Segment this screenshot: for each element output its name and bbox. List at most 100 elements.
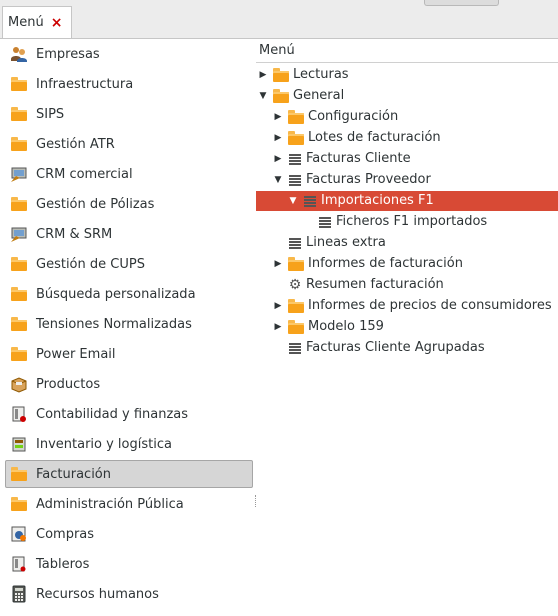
menu-item[interactable]: Productos	[5, 370, 253, 398]
menu-item-label: Infraestructura	[36, 76, 134, 92]
tree-row[interactable]: ▶ Lotes de facturación	[272, 127, 441, 148]
folder-icon	[10, 495, 28, 513]
crm-icon	[10, 165, 28, 183]
menu-item[interactable]: Power Email	[5, 340, 253, 368]
collapse-arrow-icon[interactable]: ▼	[257, 90, 269, 102]
menu-item[interactable]: Facturación	[5, 460, 253, 488]
tree-row[interactable]: Facturas Cliente Agrupadas	[272, 337, 485, 358]
folder-icon	[10, 285, 28, 303]
tree-row[interactable]: Ficheros F1 importados	[302, 211, 487, 232]
tree-row[interactable]: ▶ Facturas Cliente	[272, 148, 411, 169]
folder-icon	[10, 75, 28, 93]
menu-item[interactable]: SIPS	[5, 100, 253, 128]
tab-menu-label: Menú	[8, 15, 44, 30]
expand-arrow-icon[interactable]: ▶	[257, 69, 269, 81]
menu-item-label: Contabilidad y finanzas	[36, 406, 189, 422]
tree-row-label: Resumen facturación	[306, 277, 444, 292]
list-icon	[317, 215, 333, 229]
tree-row-label: Lecturas	[293, 67, 349, 82]
folder-icon	[10, 105, 28, 123]
menu-item-label: Gestión ATR	[36, 136, 115, 152]
tree-row-label: Informes de facturación	[308, 256, 463, 271]
expand-arrow-icon[interactable]: ▶	[272, 258, 284, 270]
tree-row[interactable]: ▶ Configuración	[272, 106, 399, 127]
gears-icon: ⚙	[288, 276, 302, 293]
tree-row-label: General	[293, 88, 345, 103]
menu-item[interactable]: Búsqueda personalizada	[5, 280, 253, 308]
tree-row-label: Ficheros F1 importados	[336, 214, 488, 229]
tree-header-label: Menú	[259, 43, 295, 58]
tree-row-label: Facturas Cliente	[306, 151, 411, 166]
menu-item-label: Gestión de CUPS	[36, 256, 145, 272]
people-icon	[10, 45, 28, 63]
menu-item[interactable]: Gestión de Pólizas	[5, 190, 253, 218]
tree-row[interactable]: ▼ Facturas Proveedor	[272, 169, 431, 190]
menu-item-label: Recursos humanos	[36, 586, 159, 602]
folder-icon	[10, 135, 28, 153]
folder-icon	[287, 255, 305, 273]
tree-row-label: Facturas Cliente Agrupadas	[306, 340, 485, 355]
tree-row[interactable]: ▶ Informes de precios de consumidores	[272, 295, 552, 316]
menu-item[interactable]: Inventario y logística	[5, 430, 253, 458]
list-icon	[287, 236, 303, 250]
folder-icon	[10, 345, 28, 363]
dashboard-icon	[10, 555, 28, 573]
tree-row[interactable]: ▶ Lecturas	[257, 64, 349, 85]
menu-item[interactable]: Tableros	[5, 550, 253, 578]
tree-row-label: Importaciones F1	[321, 193, 434, 208]
tree-row[interactable]: ⚙ Resumen facturación	[272, 274, 444, 295]
menu-item-label: Inventario y logística	[36, 436, 172, 452]
menu-item-label: Gestión de Pólizas	[36, 196, 155, 212]
collapse-arrow-icon[interactable]: ▼	[272, 174, 284, 186]
menu-item[interactable]: Administración Pública	[5, 490, 253, 518]
tree-row[interactable]: ▼ Importaciones F1	[287, 190, 434, 211]
purchases-icon	[10, 525, 28, 543]
menu-item-label: CRM comercial	[36, 166, 133, 182]
folder-icon	[287, 108, 305, 126]
tab-menu[interactable]: Menú ×	[2, 6, 72, 38]
main-menu: Empresas Infraestructura SIPS Gestión ATR CR…	[0, 39, 256, 616]
expand-arrow-icon[interactable]: ▶	[272, 132, 284, 144]
menu-item[interactable]: CRM comercial	[5, 160, 253, 188]
folder-icon	[272, 87, 290, 105]
menu-item[interactable]: Gestión ATR	[5, 130, 253, 158]
box-icon	[10, 375, 28, 393]
menu-item[interactable]: Compras	[5, 520, 253, 548]
inventory-icon	[10, 435, 28, 453]
folder-icon	[10, 255, 28, 273]
menu-item[interactable]: Recursos humanos	[5, 580, 253, 608]
close-icon[interactable]: ×	[51, 16, 63, 30]
folder-icon	[10, 195, 28, 213]
expand-arrow-icon[interactable]: ▶	[272, 321, 284, 333]
accounting-icon	[10, 405, 28, 423]
menu-item[interactable]: Gestión de CUPS	[5, 250, 253, 278]
list-icon	[287, 173, 303, 187]
list-icon	[302, 194, 318, 208]
tree-row-label: Configuración	[308, 109, 399, 124]
folder-icon	[287, 129, 305, 147]
toolbar-button[interactable]	[424, 0, 499, 6]
folder-icon	[10, 315, 28, 333]
menu-item[interactable]: Tensiones Normalizadas	[5, 310, 253, 338]
menu-item[interactable]: Empresas	[5, 40, 253, 68]
menu-item[interactable]: CRM & SRM	[5, 220, 253, 248]
menu-item[interactable]: Contabilidad y finanzas	[5, 400, 253, 428]
menu-item-label: Facturación	[36, 466, 111, 482]
folder-icon	[272, 66, 290, 84]
tree-row[interactable]: ▼ General	[257, 85, 345, 106]
expand-arrow-icon[interactable]: ▶	[272, 300, 284, 312]
menu-item[interactable]: Infraestructura	[5, 70, 253, 98]
expand-arrow-icon[interactable]: ▶	[272, 153, 284, 165]
tree-row[interactable]: ▶ Informes de facturación	[272, 253, 463, 274]
menu-item-label: CRM & SRM	[36, 226, 113, 242]
menu-item-label: Power Email	[36, 346, 116, 362]
tree-row[interactable]: ▶ Modelo 159	[272, 316, 384, 337]
collapse-arrow-icon[interactable]: ▼	[287, 195, 299, 207]
menu-item-label: Administración Pública	[36, 496, 184, 512]
tree-row[interactable]: Lineas extra	[272, 232, 386, 253]
expand-arrow-icon[interactable]: ▶	[272, 111, 284, 123]
menu-item-label: Productos	[36, 376, 101, 392]
